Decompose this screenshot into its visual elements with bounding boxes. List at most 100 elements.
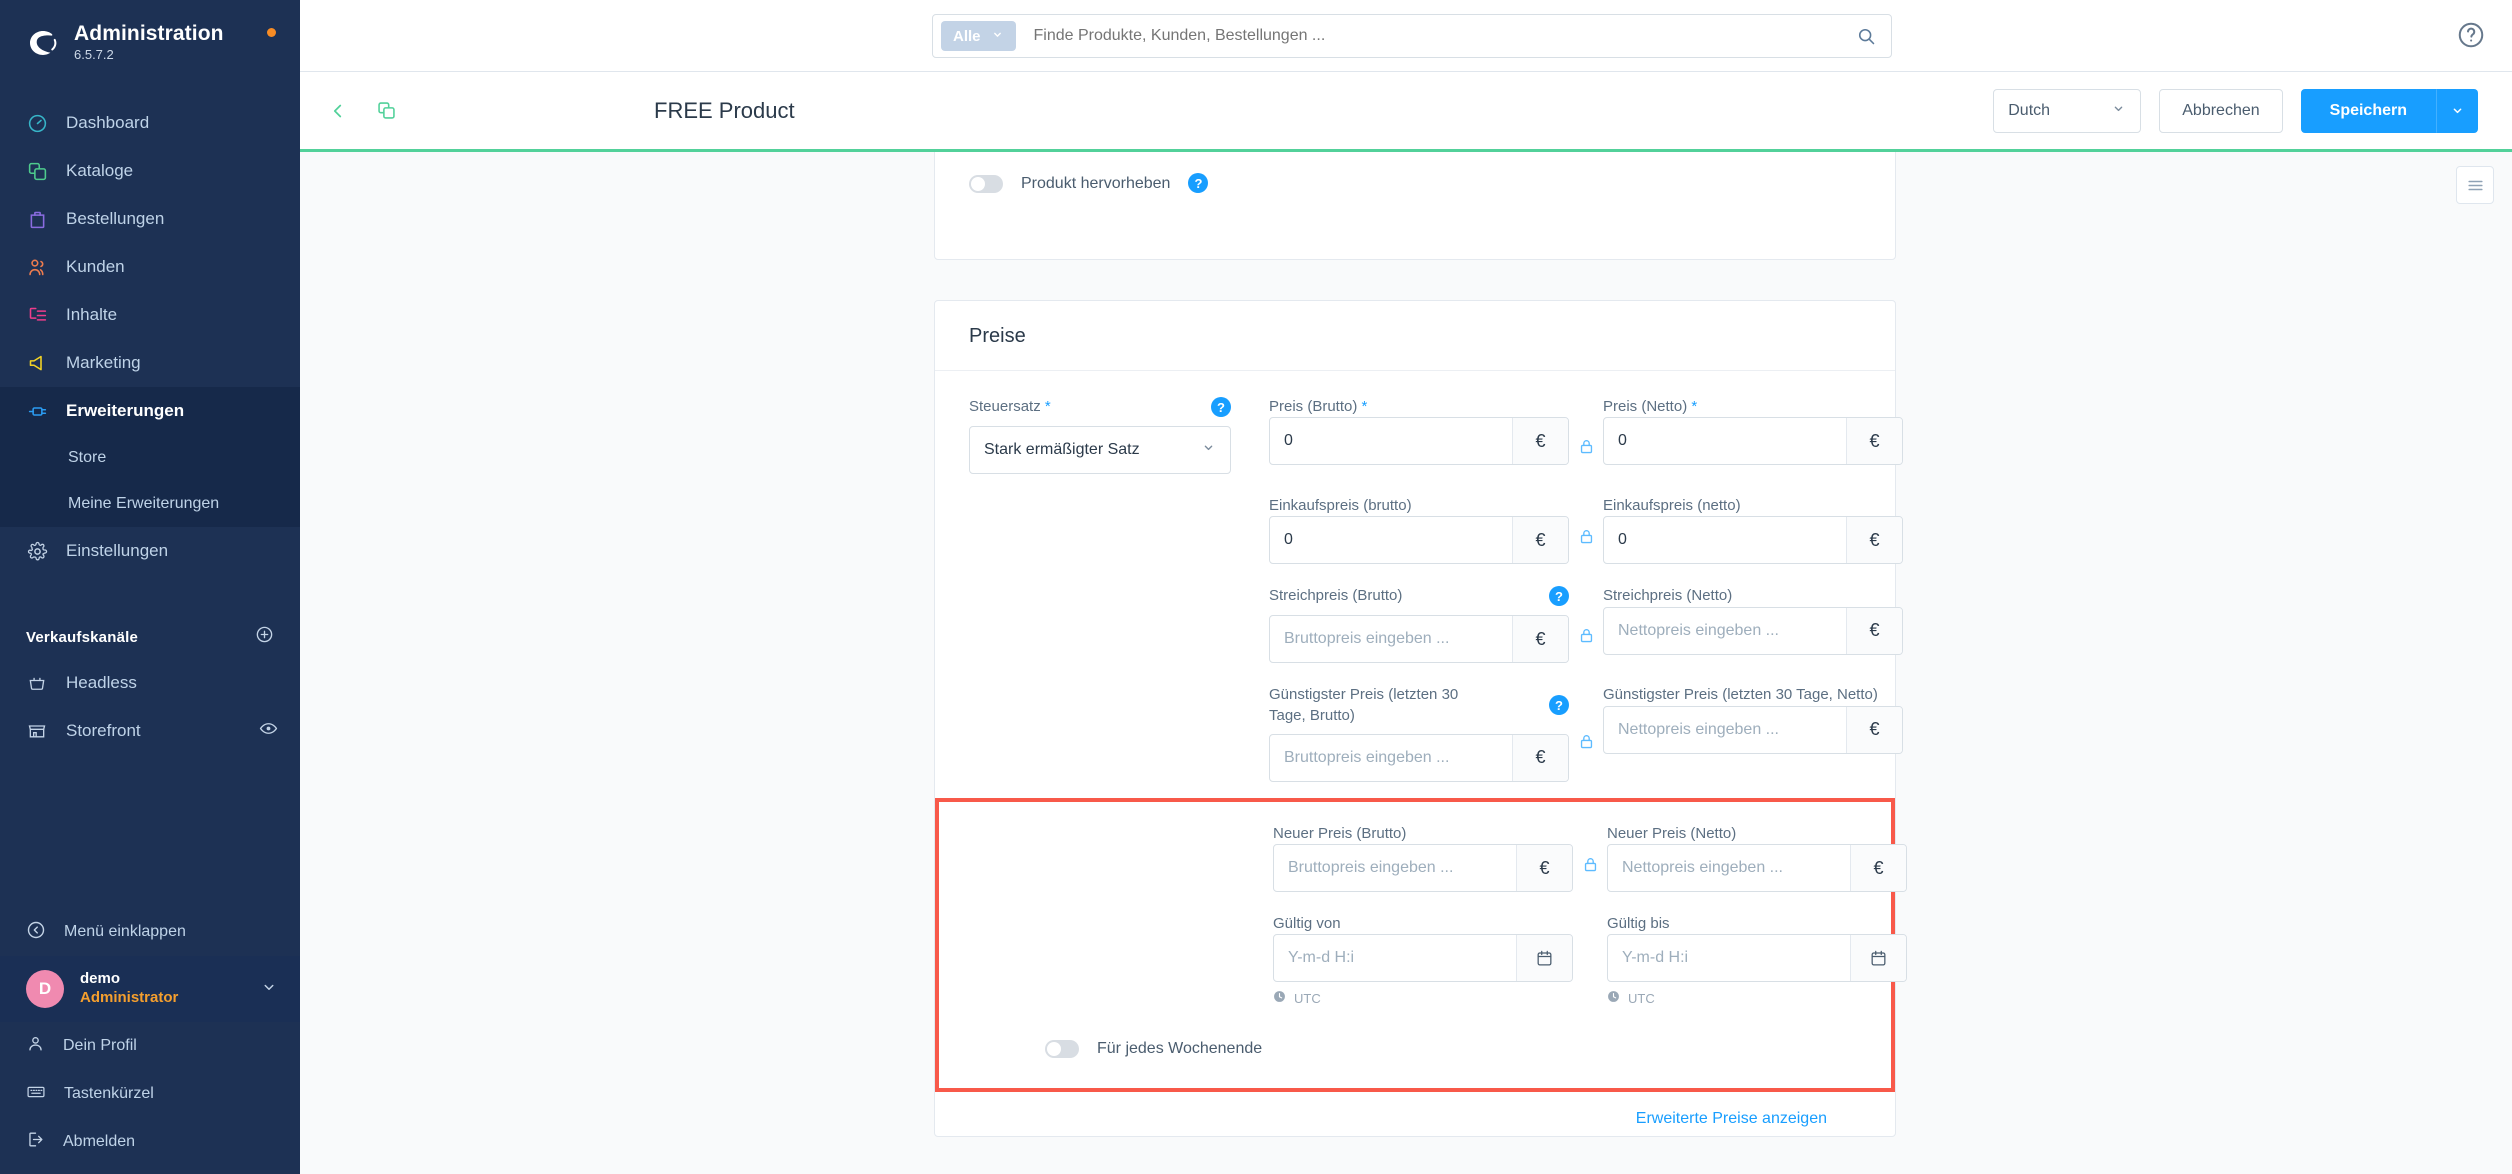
- lock-icon[interactable]: [1578, 733, 1595, 755]
- question-mark-icon[interactable]: ?: [1211, 397, 1231, 417]
- question-mark-icon[interactable]: ?: [1549, 695, 1569, 716]
- price-gross-input[interactable]: [1270, 418, 1512, 465]
- sidebar-brand[interactable]: Administration 6.5.7.2: [0, 0, 300, 81]
- purchase-price-gross-input[interactable]: [1270, 517, 1512, 564]
- question-mark-icon[interactable]: ?: [1188, 173, 1209, 193]
- list-price-gross-input-group[interactable]: €: [1269, 615, 1569, 664]
- list-price-net-input-group[interactable]: €: [1603, 606, 1903, 655]
- sidebar-item-bestellungen[interactable]: Bestellungen: [0, 195, 300, 243]
- euro-suffix: €: [1850, 845, 1906, 891]
- sidebar-item-marketing[interactable]: Marketing: [0, 339, 300, 387]
- sidebar-subitem-store[interactable]: Store: [0, 435, 300, 482]
- sidebar-item-einstellungen[interactable]: Einstellungen: [0, 527, 300, 575]
- sidebar-item-label: Bestellungen: [66, 209, 165, 229]
- cheapest-price-gross-input-group[interactable]: €: [1269, 733, 1569, 782]
- cheapest-price-net-input[interactable]: [1604, 706, 1846, 753]
- duplicate-icon[interactable]: [372, 97, 400, 125]
- purchase-price-gross-label: Einkaufspreis (brutto): [1269, 497, 1412, 514]
- question-mark-icon[interactable]: ?: [1549, 586, 1569, 607]
- price-net-label-text: Preis (Netto): [1603, 398, 1688, 415]
- language-select[interactable]: Dutch: [1993, 88, 2142, 133]
- purchase-price-gross-input-group[interactable]: €: [1269, 516, 1569, 565]
- valid-to-input[interactable]: [1608, 935, 1850, 982]
- highlighted-new-price-region: Neuer Preis (Brutto) €: [935, 797, 1907, 1093]
- list-price-net-input[interactable]: [1604, 607, 1846, 654]
- gear-icon: [26, 540, 48, 562]
- new-price-net-input[interactable]: [1608, 845, 1850, 891]
- smart-bar-nav: [324, 97, 654, 125]
- main-area: Alle Finde Produkte, Kunden, Bestellunge…: [300, 0, 2512, 1174]
- lock-icon[interactable]: [1578, 627, 1595, 649]
- plus-circle-icon[interactable]: [255, 625, 274, 649]
- new-price-gross-input-group[interactable]: €: [1273, 844, 1573, 892]
- sidebar-item-abmelden[interactable]: Abmelden: [0, 1118, 300, 1166]
- list-price-gross-input[interactable]: [1270, 616, 1512, 663]
- sidebar-item-kunden[interactable]: Kunden: [0, 243, 300, 291]
- valid-from-label: Gültig von: [1273, 915, 1341, 932]
- lock-icon[interactable]: [1582, 856, 1599, 878]
- lock-icon[interactable]: [1578, 438, 1595, 460]
- cheapest-price-net-label: Günstigster Preis (letzten 30 Tage, Nett…: [1603, 686, 1878, 704]
- search-scope-dropdown[interactable]: Alle: [941, 21, 1016, 51]
- chevron-down-icon[interactable]: [260, 978, 278, 1001]
- price-lock[interactable]: [1569, 397, 1603, 474]
- euro-suffix: €: [1512, 734, 1568, 781]
- sidebar-item-label: Headless: [66, 673, 137, 693]
- cheapest-price-lock[interactable]: [1569, 685, 1603, 782]
- page-title: FREE Product: [654, 97, 795, 123]
- search-icon[interactable]: [1849, 19, 1883, 53]
- sidebar-nav: Dashboard Kataloge Bestellungen Kunden I…: [0, 99, 300, 755]
- tax-rate-select[interactable]: Stark ermäßigter Satz: [969, 426, 1231, 474]
- help-circle-icon[interactable]: [2456, 20, 2488, 52]
- sidebar-item-dashboard[interactable]: Dashboard: [0, 99, 300, 147]
- new-price-gross-field: Neuer Preis (Brutto) €: [1273, 824, 1573, 892]
- sidebar-section-sales-channels: Verkaufskanäle: [0, 615, 300, 659]
- save-button[interactable]: Speichern: [2300, 88, 2436, 133]
- weekend-toggle[interactable]: [1045, 1040, 1079, 1059]
- lock-icon[interactable]: [1578, 528, 1595, 550]
- global-search[interactable]: Alle: [932, 14, 1892, 58]
- valid-from-input[interactable]: [1274, 935, 1516, 982]
- sidebar-item-dein-profil[interactable]: Dein Profil: [0, 1022, 300, 1070]
- search-input[interactable]: [1015, 27, 1849, 45]
- global-topbar: Alle: [300, 0, 2512, 72]
- price-net-input-group[interactable]: €: [1603, 417, 1903, 466]
- sidebar-item-kataloge[interactable]: Kataloge: [0, 147, 300, 195]
- purchase-price-net-input[interactable]: [1604, 517, 1846, 564]
- price-gross-input-group[interactable]: €: [1269, 417, 1569, 466]
- weekend-toggle-row: Für jedes Wochenende: [973, 1006, 1857, 1078]
- cheapest-price-net-input-group[interactable]: €: [1603, 705, 1903, 754]
- sidebar-item-inhalte[interactable]: Inhalte: [0, 291, 300, 339]
- sidebar-subitem-meine-erweiterungen[interactable]: Meine Erweiterungen: [0, 481, 300, 528]
- cancel-button[interactable]: Abbrechen: [2159, 88, 2283, 133]
- cheapest-price-gross-field: Günstigster Preis (letzten 30 Tage, Brut…: [1269, 685, 1569, 782]
- chevron-down-icon: [1201, 440, 1216, 460]
- chevron-left-icon[interactable]: [324, 97, 352, 125]
- list-price-lock[interactable]: [1569, 586, 1603, 663]
- sidebar-item-headless[interactable]: Headless: [0, 659, 300, 707]
- new-price-lock[interactable]: [1573, 824, 1607, 892]
- sidebar-item-erweiterungen[interactable]: Erweiterungen: [0, 387, 300, 436]
- valid-to-input-group[interactable]: [1607, 934, 1907, 983]
- valid-from-input-group[interactable]: [1273, 934, 1573, 983]
- price-net-input[interactable]: [1604, 418, 1846, 465]
- purchase-price-net-input-group[interactable]: €: [1603, 516, 1903, 565]
- cheapest-price-gross-input[interactable]: [1270, 734, 1512, 781]
- eye-icon[interactable]: [259, 719, 278, 743]
- euro-suffix: €: [1512, 616, 1568, 663]
- highlight-product-toggle[interactable]: [969, 175, 1003, 193]
- new-price-net-input-group[interactable]: €: [1607, 844, 1907, 892]
- sidebar-item-tastenkuerzel[interactable]: Tastenkürzel: [0, 1070, 300, 1118]
- spacer-col: [973, 914, 1273, 1006]
- calendar-icon[interactable]: [1850, 935, 1906, 982]
- valid-from-timezone-label: UTC: [1294, 990, 1321, 1006]
- sidebar-item-storefront[interactable]: Storefront: [0, 707, 300, 755]
- list-panel-icon[interactable]: [2456, 166, 2494, 204]
- new-price-gross-input[interactable]: [1274, 845, 1516, 891]
- sidebar-collapse-button[interactable]: Menü einklappen: [0, 908, 300, 956]
- save-options-chevron-down-icon[interactable]: [2436, 88, 2478, 133]
- advanced-prices-link[interactable]: Erweiterte Preise anzeigen: [969, 1092, 1861, 1128]
- calendar-icon[interactable]: [1516, 935, 1572, 982]
- sidebar-user-menu[interactable]: D demo Administrator: [0, 956, 300, 1022]
- purchase-price-lock[interactable]: [1569, 496, 1603, 564]
